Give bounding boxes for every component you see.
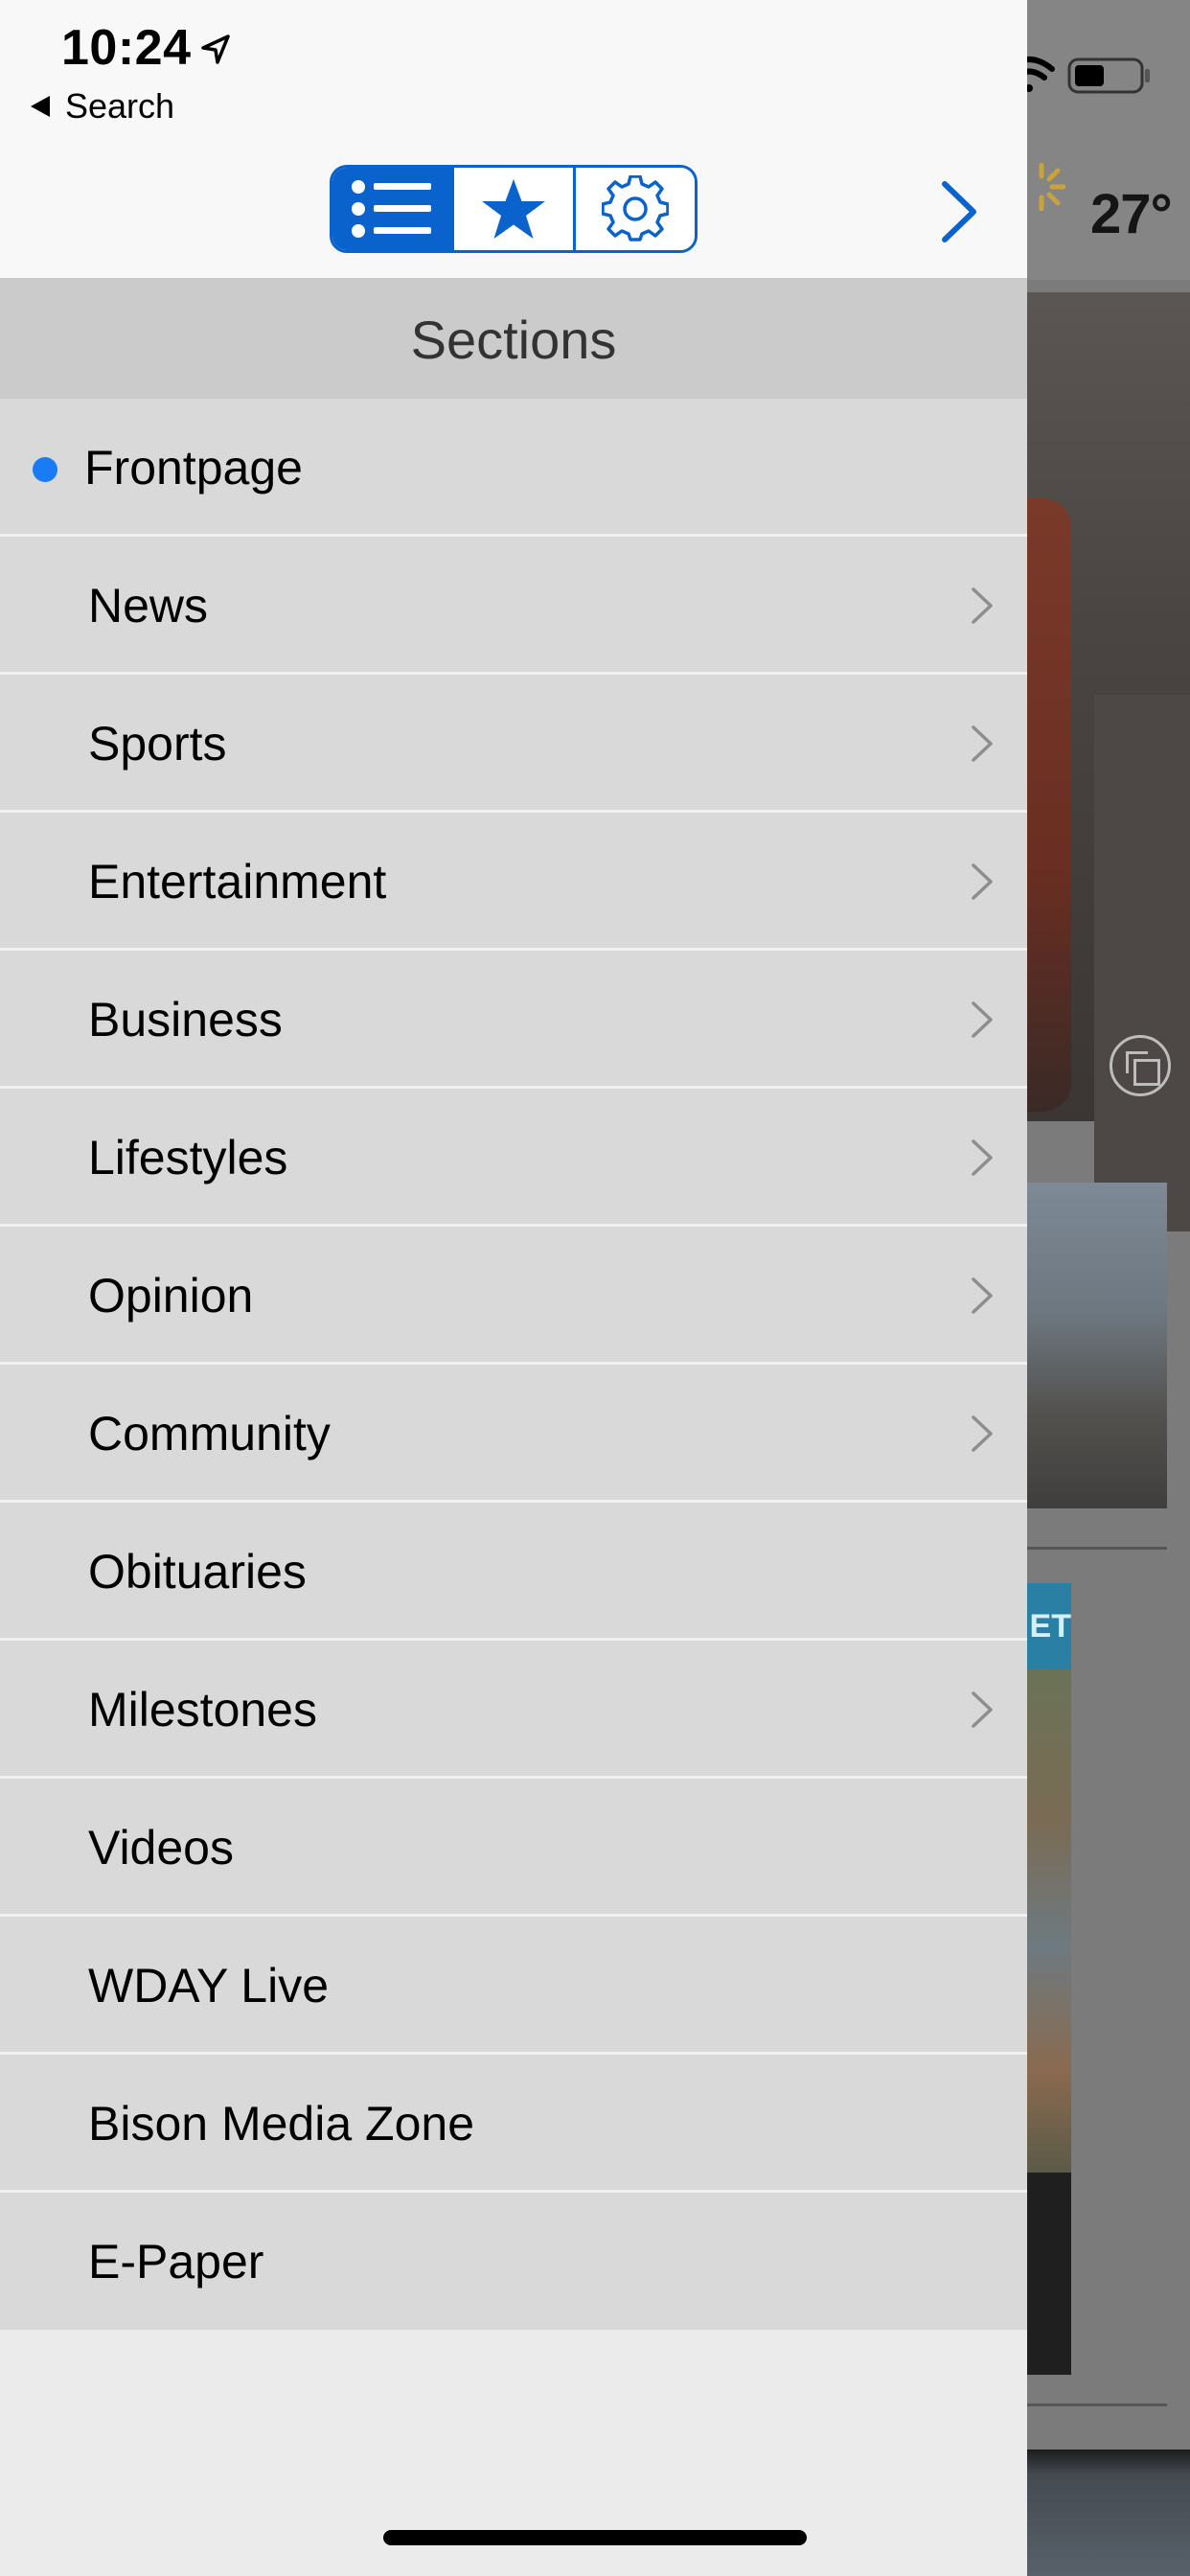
section-item-label: Opinion: [88, 1269, 254, 1322]
section-item-label: Community: [88, 1407, 331, 1460]
section-item[interactable]: WDAY Live: [0, 1917, 1027, 2055]
section-item[interactable]: Frontpage: [0, 399, 1027, 537]
section-item[interactable]: Bison Media Zone: [0, 2055, 1027, 2193]
section-item[interactable]: E-Paper: [0, 2193, 1027, 2330]
section-item-label: Frontpage: [84, 441, 303, 494]
background-app[interactable]: 27° ET: [1027, 0, 1190, 2576]
chevron-right-icon: [972, 1139, 993, 1176]
chevron-right-icon: [972, 1277, 993, 1314]
chevron-right-icon[interactable]: [937, 178, 981, 245]
status-time: 10:24: [61, 20, 192, 76]
section-item-label: Sports: [88, 717, 227, 770]
hero-image-detail: [1094, 695, 1190, 1231]
section-item[interactable]: Community: [0, 1365, 1027, 1503]
section-item[interactable]: Entertainment: [0, 813, 1027, 951]
divider: [1027, 2404, 1167, 2406]
section-item[interactable]: News: [0, 537, 1027, 675]
chevron-right-icon: [972, 1001, 993, 1038]
section-item[interactable]: Opinion: [0, 1227, 1027, 1365]
section-item[interactable]: Sports: [0, 675, 1027, 813]
home-indicator[interactable]: [383, 2530, 807, 2545]
section-item-label: News: [88, 579, 209, 632]
gear-icon: [602, 175, 669, 242]
back-to-search-link[interactable]: Search: [31, 86, 174, 126]
view-segmented-control: [330, 165, 698, 253]
chevron-right-icon: [972, 725, 993, 762]
favorites-tab[interactable]: [454, 168, 576, 250]
section-item-label: Videos: [88, 1821, 234, 1874]
section-item[interactable]: Milestones: [0, 1641, 1027, 1779]
story-thumbnail[interactable]: [1027, 2450, 1190, 2576]
background-header: 27°: [1027, 0, 1190, 280]
section-item-label: Lifestyles: [88, 1131, 288, 1184]
selected-dot-icon: [33, 457, 57, 482]
section-item-label: Bison Media Zone: [88, 2097, 475, 2150]
sections-list-tab[interactable]: [332, 168, 454, 250]
gallery-icon[interactable]: [1110, 1035, 1171, 1096]
divider: [1027, 1547, 1167, 1550]
section-item[interactable]: Business: [0, 951, 1027, 1089]
section-item-label: WDAY Live: [88, 1959, 330, 2012]
section-item[interactable]: Videos: [0, 1779, 1027, 1917]
promo-banner-header: ET: [1027, 1583, 1071, 1669]
promo-banner-image: [1027, 1669, 1071, 2173]
chevron-right-icon: [972, 1415, 993, 1452]
chevron-right-icon: [972, 863, 993, 900]
chevron-right-icon: [972, 1691, 993, 1728]
battery-icon: [1067, 58, 1150, 94]
sun-icon: [1039, 163, 1065, 211]
location-arrow-icon: [201, 34, 230, 64]
back-arrow-icon: [31, 96, 50, 117]
section-item[interactable]: Lifestyles: [0, 1089, 1027, 1227]
story-thumbnail[interactable]: [1027, 1183, 1167, 1508]
temperature-label: 27°: [1090, 183, 1173, 245]
section-item-label: Obituaries: [88, 1545, 307, 1598]
top-bar: 10:24 Search: [0, 0, 1027, 280]
chevron-right-icon: [972, 587, 993, 624]
star-icon: [482, 179, 545, 239]
section-item[interactable]: Obituaries: [0, 1503, 1027, 1641]
sections-list: Frontpage News Sports Entertainment Business…: [0, 399, 1027, 2330]
section-item-label: E-Paper: [88, 2235, 264, 2288]
promo-banner[interactable]: ET: [1027, 1583, 1071, 2375]
section-item-label: Business: [88, 993, 283, 1046]
sections-drawer: 10:24 Search Sections Frontpage News Spo…: [0, 0, 1027, 2576]
settings-tab[interactable]: [576, 168, 695, 250]
section-item-label: Entertainment: [88, 855, 387, 908]
back-link-label: Search: [65, 86, 175, 126]
hero-image-subject: [1027, 498, 1071, 1112]
sections-header: Sections: [0, 280, 1027, 399]
section-item-label: Milestones: [88, 1683, 317, 1736]
list-icon: [352, 180, 431, 238]
